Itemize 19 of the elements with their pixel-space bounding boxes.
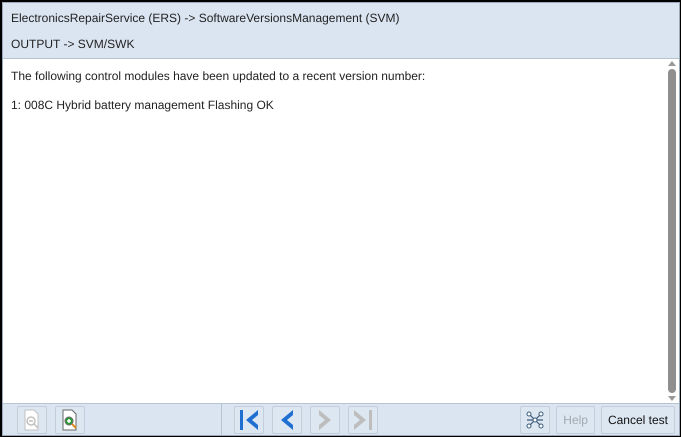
network-button[interactable] xyxy=(520,406,550,434)
chevron-left-icon xyxy=(279,408,295,432)
toolbar-button[interactable]: Cancel test xyxy=(600,406,675,434)
first-page-button[interactable] xyxy=(234,406,264,434)
window-title: ElectronicsRepairService (ERS) -> SoftwareVersionsManagement (SVM) xyxy=(11,10,400,26)
zoom-out-icon xyxy=(23,408,41,430)
scroll-down-icon[interactable] xyxy=(668,396,676,401)
message-line: The following control modules have been updated to a recent version number: xyxy=(11,68,426,85)
chevron-right-icon xyxy=(317,408,333,432)
previous-button[interactable] xyxy=(272,406,302,434)
zoom-in-button[interactable] xyxy=(55,406,85,434)
skip-back-icon xyxy=(238,408,260,432)
skip-forward-icon xyxy=(352,408,374,432)
breadcrumb: OUTPUT -> SVM/SWK xyxy=(11,36,136,52)
scroll-up-icon[interactable] xyxy=(668,61,676,66)
scrollbar[interactable] xyxy=(665,59,679,403)
zoom-in-icon xyxy=(61,408,79,430)
network-icon xyxy=(525,410,546,430)
message-line: 1: 008C Hybrid battery management Flashing OK xyxy=(11,97,275,114)
